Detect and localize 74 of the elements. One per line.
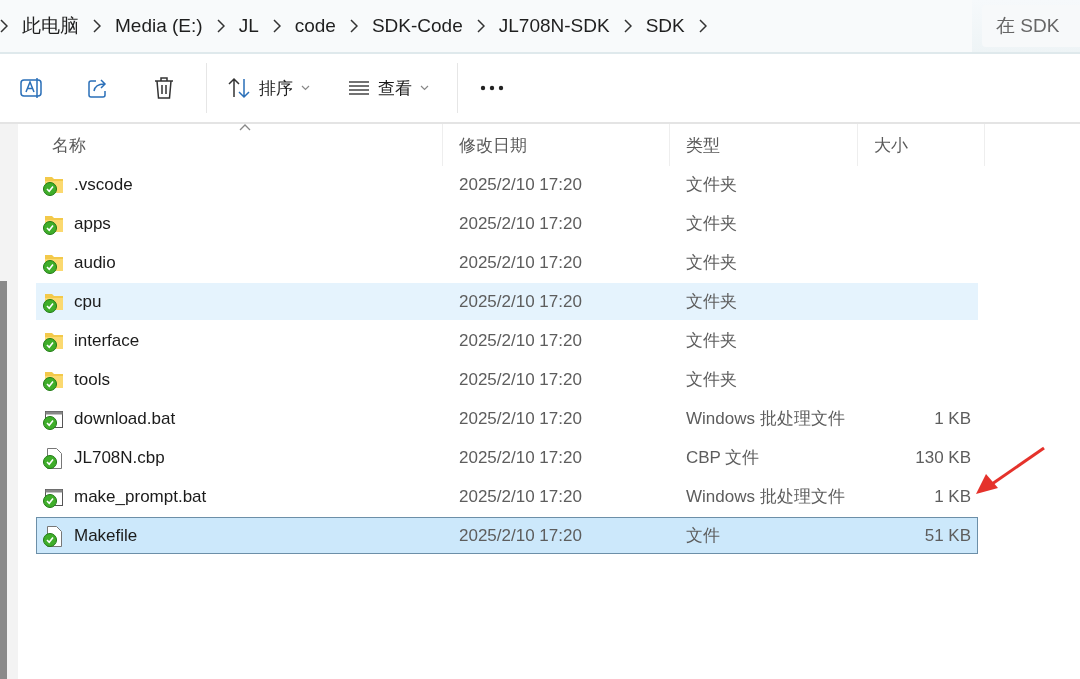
file-type: CBP 文件 [685,448,760,467]
file-size: 130 KB [914,447,972,468]
breadcrumb-item[interactable]: Media (E:) [101,15,217,37]
file-type: Windows 批处理文件 [685,487,845,506]
file-type: 文件夹 [685,214,737,233]
file-row[interactable]: make_prompt.bat 2025/2/10 17:20 Windows 批处理文件 1 KB [36,478,978,515]
file-row[interactable]: apps 2025/2/10 17:20 文件夹 [36,205,978,242]
sort-caret-icon [239,124,251,131]
breadcrumb-item[interactable]: JL708N-SDK [484,15,624,37]
breadcrumb-item[interactable]: 此电脑 [8,13,93,39]
file-row[interactable]: interface 2025/2/10 17:20 文件夹 [36,322,978,359]
sort-icon [227,77,251,99]
file-type: 文件夹 [685,370,737,389]
modified-date: 2025/2/10 17:20 [458,174,582,194]
chevron-icon [93,19,101,33]
chevron-icon [216,19,225,33]
file-size: 51 KB [923,525,972,546]
list-icon [348,80,370,96]
file-type: 文件 [685,526,720,545]
file-name: JL708N.cbp [74,447,165,468]
caret-icon [420,85,429,91]
chevron-icon [0,19,8,33]
file-type: 文件夹 [685,292,737,311]
caret-icon [301,85,310,91]
breadcrumb-item[interactable]: code [280,15,350,37]
modified-date: 2025/2/10 17:20 [458,447,582,467]
column-header[interactable]: 名称 [36,124,443,166]
file-row[interactable]: download.bat 2025/2/10 17:20 Windows 批处理文件 1 KB [36,400,978,437]
file-type: 文件夹 [685,175,737,194]
file-type: 文件夹 [685,253,737,272]
modified-date: 2025/2/10 17:20 [458,213,582,233]
scrollbar-thumb[interactable] [0,281,7,679]
file-size: 1 KB [933,408,972,429]
modified-date: 2025/2/10 17:20 [458,330,582,350]
chevron-icon [476,19,485,33]
view-button[interactable]: 查看 [338,66,439,110]
trash-icon [153,76,175,100]
file-name: .vscode [74,174,133,195]
modified-date: 2025/2/10 17:20 [458,408,582,428]
file-name: download.bat [74,408,176,429]
chevron-icon [349,19,358,33]
file-size: 1 KB [933,486,972,507]
file-name: Makefile [74,525,138,546]
file-name: tools [74,369,110,390]
file-name: make_prompt.bat [74,486,207,507]
modified-date: 2025/2/10 17:20 [458,291,582,311]
file-name: audio [74,252,116,273]
column-header[interactable]: 大小 [858,124,985,166]
modified-date: 2025/2/10 17:20 [458,486,582,506]
chevron-icon [623,19,632,33]
file-row[interactable]: cpu 2025/2/10 17:20 文件夹 [36,283,978,320]
column-header[interactable]: 类型 [670,124,858,166]
file-type: 文件夹 [685,331,737,350]
file-row[interactable]: tools 2025/2/10 17:20 文件夹 [36,361,978,398]
file-name: interface [74,330,140,351]
modified-date: 2025/2/10 17:20 [458,252,582,272]
rename-icon [19,76,45,100]
file-type: Windows 批处理文件 [685,409,845,428]
chevron-icon [698,19,707,33]
more-icon [480,85,504,91]
breadcrumb-item[interactable]: SDK [631,15,699,37]
column-header[interactable]: 修改日期 [443,124,670,166]
breadcrumb-item[interactable]: JL [224,15,273,37]
file-row[interactable]: .vscode 2025/2/10 17:20 文件夹 [36,166,978,203]
modified-date: 2025/2/10 17:20 [458,525,582,545]
breadcrumb-item[interactable]: SDK-Code [357,15,477,37]
chevron-icon [272,19,281,33]
modified-date: 2025/2/10 17:20 [458,369,582,389]
sort-button[interactable]: 排序 [217,66,320,110]
file-row[interactable]: JL708N.cbp 2025/2/10 17:20 CBP 文件 130 KB [36,439,978,476]
file-name: cpu [74,291,102,312]
file-name: apps [74,213,111,234]
file-row[interactable]: Makefile 2025/2/10 17:20 文件 51 KB [36,517,978,554]
file-row[interactable]: audio 2025/2/10 17:20 文件夹 [36,244,978,281]
